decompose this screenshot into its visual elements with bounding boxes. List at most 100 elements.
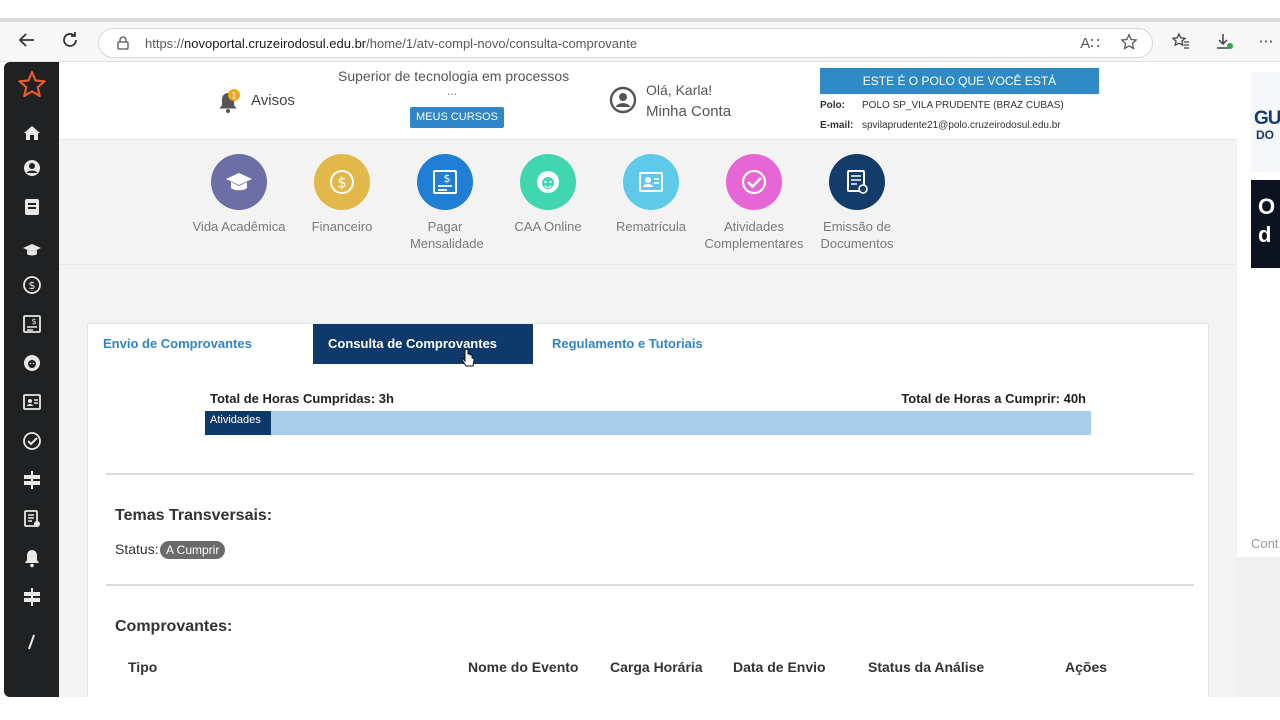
star-logo-icon[interactable] (17, 70, 47, 100)
account-avatar-icon[interactable] (609, 86, 637, 114)
hours-progress-fill: Atividades (205, 411, 271, 435)
comprovantes-card: Envio de Comprovantes Consulta de Compro… (87, 323, 1209, 697)
check-badge-icon (741, 169, 767, 195)
url-text: https://novoportal.cruzeirodosul.edu.br/… (145, 36, 638, 51)
download-icon (1217, 34, 1233, 49)
tab-regulamento-tutoriais[interactable]: Regulamento e Tutoriais (537, 324, 767, 364)
vida-academica-circle (211, 154, 267, 210)
dollar-icon[interactable]: $ (22, 275, 42, 295)
svg-text:1: 1 (231, 91, 236, 101)
id-card-icon[interactable] (22, 392, 42, 412)
graduation-cap-icon (226, 173, 252, 191)
my-account-link[interactable]: Minha Conta (646, 103, 731, 120)
ad-text: d (1258, 222, 1272, 247)
menu-label: Pagar Mensalidade (410, 219, 484, 251)
ad-banner-bottom[interactable] (1237, 557, 1280, 697)
back-button[interactable] (15, 30, 39, 54)
home-icon[interactable] (22, 123, 42, 143)
reload-button[interactable] (58, 30, 82, 54)
column-header-acoes: Ações (1065, 659, 1108, 675)
hours-progress-bar: Atividades (205, 411, 1091, 435)
section-divider (106, 473, 1194, 475)
downloads-button[interactable] (1213, 31, 1235, 53)
window-bottom-strip (0, 697, 1280, 720)
more-dots-icon: ⋯ (1258, 33, 1274, 50)
svg-text:$: $ (29, 279, 36, 292)
graduation-cap-icon[interactable] (22, 240, 42, 260)
headset-icon (537, 171, 559, 193)
ad-cont-text: Cont (1251, 536, 1279, 551)
hours-done-label: Total de Horas Cumpridas: 3h (210, 391, 394, 406)
invoice-icon[interactable]: $ (22, 314, 42, 334)
address-bar[interactable]: https://novoportal.cruzeirodosul.edu.br/… (98, 28, 1153, 58)
ad-banner-top[interactable]: GU DO (1251, 72, 1280, 172)
notification-bell-icon[interactable]: 1 (217, 88, 243, 116)
left-sidebar: $ $ (4, 62, 59, 697)
status-label: Status: (115, 541, 159, 557)
reload-icon (63, 32, 77, 47)
polo-email: E-mail: spvilaprudente21@polo.cruzeirodos… (820, 120, 1061, 131)
course-name: Superior de tecnologia em processos (338, 68, 570, 84)
ad-text: GU (1254, 108, 1280, 129)
quick-menu: Vida Acadêmica $ Financeiro $ Pagar Mens… (59, 140, 1237, 265)
financeiro-circle: $ (314, 154, 370, 210)
avisos-link[interactable]: Avisos (251, 92, 295, 109)
user-icon[interactable] (22, 158, 42, 178)
column-header-tipo: Tipo (128, 659, 158, 675)
pencil-icon[interactable] (22, 632, 42, 652)
document-icon[interactable] (22, 509, 42, 529)
star-icon (1120, 33, 1138, 50)
headset-icon[interactable] (22, 353, 42, 373)
atividades-complementares-circle (726, 154, 782, 210)
hand-cursor-icon (461, 349, 475, 367)
book-icon[interactable] (22, 197, 42, 217)
signpost-icon[interactable] (22, 470, 42, 490)
read-aloud-button[interactable]: A∷ (1079, 33, 1101, 55)
menu-label: Atividades Complementares (704, 219, 804, 251)
pagar-mensalidade-circle: $ (417, 154, 473, 210)
browser-toolbar: https://novoportal.cruzeirodosul.edu.br/… (0, 22, 1280, 62)
favorite-button[interactable] (1118, 33, 1140, 55)
tab-envio-comprovantes[interactable]: Envio de Comprovantes (88, 324, 313, 364)
caa-online-circle (520, 154, 576, 210)
menu-vida-academica[interactable]: Vida Acadêmica (184, 154, 294, 235)
column-header-data-envio: Data de Envio (733, 659, 826, 675)
menu-label: Emissão de Documentos (820, 219, 894, 251)
id-card-icon (639, 172, 663, 192)
favorites-list-icon (1171, 32, 1189, 49)
temas-transversais-title: Temas Transversais: (115, 507, 273, 524)
tab-consulta-comprovantes[interactable]: Consulta de Comprovantes (313, 324, 533, 364)
menu-emissao-documentos[interactable]: Emissão de Documentos (802, 154, 912, 252)
course-ellipsis: ... (447, 84, 458, 98)
favorites-button[interactable] (1170, 31, 1192, 53)
menu-financeiro[interactable]: $ Financeiro (287, 154, 397, 235)
menu-rematricula[interactable]: Rematrícula (596, 154, 706, 235)
menu-pagar-mensalidade[interactable]: $ Pagar Mensalidade (390, 154, 500, 252)
polo-info: Polo: POLO SP_VILA PRUDENTE (BRAZ CUBAS) (820, 100, 1064, 111)
ad-banner-dark[interactable]: O d (1251, 180, 1280, 268)
read-aloud-icon: A∷ (1080, 35, 1100, 52)
polo-banner: ESTE É O POLO QUE VOCÊ ESTÁ MATRICULADO (820, 68, 1099, 114)
bell-icon[interactable] (22, 548, 42, 568)
signpost-2-icon[interactable] (22, 587, 42, 607)
menu-label: CAA Online (514, 219, 582, 234)
arrow-left-icon (18, 33, 34, 47)
rematricula-circle (623, 154, 679, 210)
menu-label: Rematrícula (615, 219, 687, 234)
lock-icon (117, 36, 129, 50)
hours-total-label: Total de Horas a Cumprir: 40h (901, 391, 1086, 406)
my-courses-button[interactable]: MEUS CURSOS (410, 107, 504, 128)
progress-fill-label: Atividades (210, 414, 261, 426)
portal-header: 1 Avisos Superior de tecnologia em proce… (59, 62, 1237, 140)
menu-atividades-complementares[interactable]: Atividades Complementares (699, 154, 809, 252)
more-menu-button[interactable]: ⋯ (1255, 31, 1277, 53)
ad-text: DO (1256, 128, 1274, 142)
window-top-strip (0, 0, 1280, 22)
check-badge-icon[interactable] (22, 431, 42, 451)
comprovantes-title: Comprovantes: (115, 618, 233, 635)
dollar-icon: $ (330, 170, 354, 194)
menu-label: Vida Acadêmica (192, 219, 286, 234)
tab-bar: Envio de Comprovantes Consulta de Compro… (88, 324, 1210, 364)
svg-text:$: $ (444, 172, 451, 185)
menu-caa-online[interactable]: CAA Online (493, 154, 603, 235)
